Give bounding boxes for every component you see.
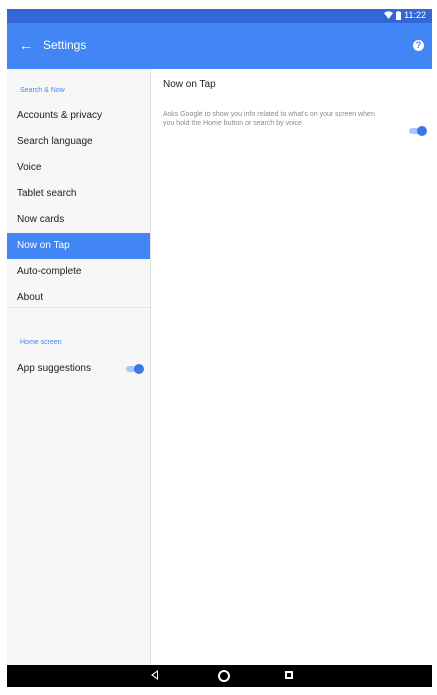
settings-detail-pane: Now on Tap Asks Google to show you info … [151, 69, 432, 665]
home-icon[interactable] [218, 670, 230, 682]
sidebar-item-tablet-search[interactable]: Tablet search [7, 181, 150, 207]
wifi-icon [384, 11, 394, 19]
help-icon[interactable]: ? [413, 40, 424, 51]
section-header-search-now: Search & Now [20, 87, 65, 94]
page-title: Now on Tap [163, 79, 216, 90]
status-icons: 11:22 [384, 10, 426, 20]
sidebar-item-accounts-privacy[interactable]: Accounts & privacy [7, 103, 150, 129]
app-bar-title: Settings [43, 38, 87, 52]
sidebar-item-search-language[interactable]: Search language [7, 129, 150, 155]
toggle-thumb [134, 364, 144, 374]
app-bar: ← Settings ? [7, 23, 432, 69]
sidebar-item-now-on-tap[interactable]: Now on Tap [7, 233, 150, 259]
device-screen: 11:22 ← Settings ? Search & Now Accounts… [7, 9, 432, 687]
battery-icon [396, 10, 402, 20]
section-header-home-screen: Home screen [20, 339, 62, 346]
toggle-thumb [417, 126, 427, 136]
now-on-tap-description: Asks Google to show you info related to … [163, 111, 375, 127]
sidebar-item-voice[interactable]: Voice [7, 155, 150, 181]
system-nav-bar [7, 665, 432, 687]
settings-sidebar: Search & Now Accounts & privacy Search l… [7, 69, 151, 665]
sidebar-item-auto-complete[interactable]: Auto-complete [7, 259, 150, 285]
now-on-tap-toggle[interactable] [407, 126, 427, 136]
sidebar-item-now-cards[interactable]: Now cards [7, 207, 150, 233]
arrow-back-icon[interactable]: ← [17, 35, 35, 55]
app-suggestions-toggle[interactable] [124, 364, 144, 374]
status-bar: 11:22 [7, 9, 432, 23]
recents-icon[interactable] [285, 671, 293, 679]
sidebar-divider [7, 307, 150, 308]
back-icon[interactable] [151, 670, 158, 680]
app-suggestions-label: App suggestions [17, 363, 91, 374]
status-time: 11:22 [404, 10, 426, 20]
